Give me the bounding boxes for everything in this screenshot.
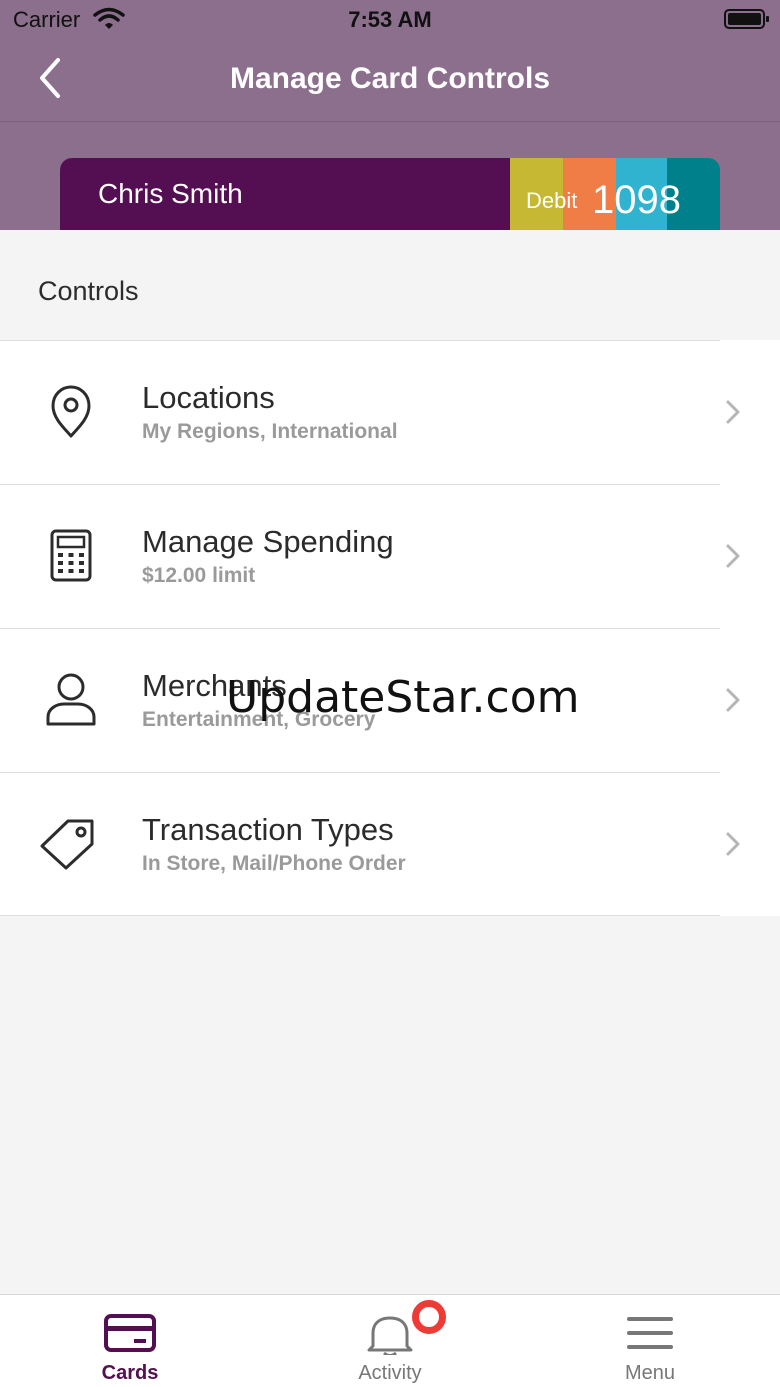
control-row-locations[interactable]: Locations My Regions, International [0, 340, 780, 484]
tab-label: Menu [624, 1362, 676, 1384]
control-subtitle: My Regions, International [142, 420, 398, 443]
divider [0, 628, 720, 629]
notification-badge [412, 1300, 446, 1334]
tab-bar: Cards Activity Menu [0, 1294, 780, 1387]
hamburger-menu-icon [627, 1317, 673, 1349]
page-title: Manage Card Controls [229, 62, 551, 95]
person-icon [46, 673, 96, 726]
control-subtitle: In Store, Mail/Phone Order [142, 852, 406, 875]
battery-icon [724, 9, 769, 29]
card-icon [104, 1314, 156, 1352]
chevron-right-icon [726, 832, 740, 856]
tag-icon [40, 819, 94, 870]
section-title: Controls [38, 276, 139, 306]
control-label: Transaction Types [142, 812, 394, 847]
tab-label: Activity [358, 1362, 422, 1384]
controls-section-header: Controls [0, 230, 780, 340]
header: Carrier 7:53 AM Manage Card Controls Chr… [0, 0, 780, 230]
tab-activity[interactable]: Activity [260, 1295, 520, 1387]
cardholder-name: Chris Smith [98, 178, 243, 209]
divider [0, 484, 720, 485]
watermark: UpdateStar.com [226, 672, 580, 723]
card-type: Debit [526, 188, 578, 213]
control-row-manage-spending[interactable]: Manage Spending $12.00 limit [0, 484, 780, 628]
tab-cards[interactable]: Cards [0, 1295, 260, 1387]
control-subtitle: $12.00 limit [142, 564, 256, 587]
divider [0, 915, 720, 916]
controls-list: Locations My Regions, International Mana… [0, 340, 780, 916]
bell-icon [367, 1316, 413, 1355]
chevron-right-icon [726, 400, 740, 424]
status-bar: Carrier 7:53 AM [0, 0, 780, 40]
debit-card[interactable]: Chris Smith Debit 1098 [60, 158, 720, 230]
control-row-transaction-types[interactable]: Transaction Types In Store, Mail/Phone O… [0, 772, 780, 916]
chevron-right-icon [726, 688, 740, 712]
status-time: 7:53 AM [348, 7, 432, 32]
nav-bar: Manage Card Controls [0, 40, 780, 122]
tab-menu[interactable]: Menu [520, 1295, 780, 1387]
chevron-right-icon [726, 544, 740, 568]
card-body: Chris Smith [60, 158, 510, 230]
card-last4: 1098 [592, 178, 681, 222]
tab-label: Cards [101, 1362, 159, 1384]
divider [0, 772, 720, 773]
control-label: Locations [142, 380, 275, 415]
location-pin-icon [51, 385, 91, 438]
control-label: Manage Spending [142, 524, 394, 559]
divider [0, 340, 720, 341]
calculator-icon [50, 529, 92, 582]
